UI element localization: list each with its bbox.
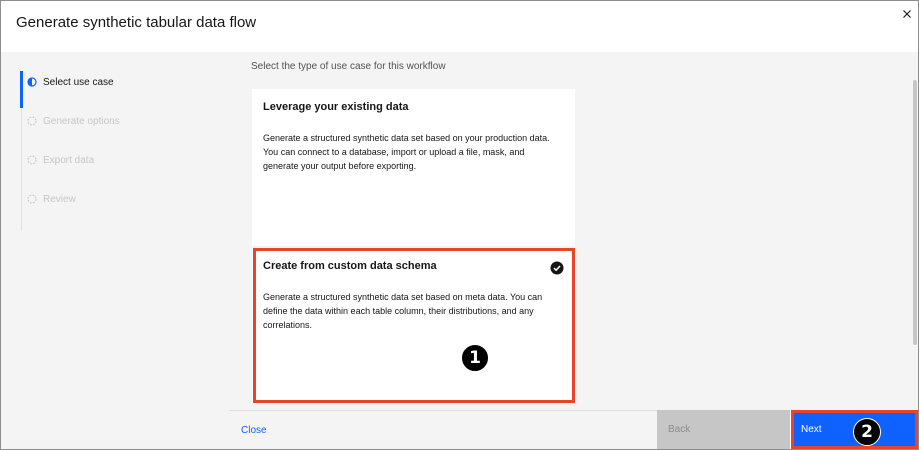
- step-label: Export data: [43, 154, 95, 166]
- modal-header: Generate synthetic tabular data flow: [1, 1, 918, 52]
- back-button[interactable]: Back: [657, 410, 790, 449]
- main-content: Select the type of use case for this wor…: [229, 52, 918, 410]
- close-icon[interactable]: [900, 7, 914, 21]
- page-subtitle: Select the type of use case for this wor…: [251, 61, 446, 72]
- callout-badge-2: 2: [853, 418, 881, 446]
- step-generate-options: Generate options: [27, 112, 120, 130]
- step-label: Generate options: [43, 115, 120, 127]
- scrollbar[interactable]: [912, 52, 918, 410]
- tile-custom-schema[interactable]: Create from custom data schema Generate …: [252, 248, 575, 403]
- tile-existing-data[interactable]: Leverage your existing data Generate a s…: [252, 89, 575, 246]
- step-label: Review: [43, 193, 76, 205]
- step-label: Select use case: [43, 76, 114, 88]
- scrollbar-thumb[interactable]: [913, 80, 917, 345]
- progress-active-bar: [20, 71, 23, 108]
- dashed-circle-step-icon: [27, 116, 37, 126]
- checkmark-filled-icon: [550, 261, 564, 275]
- modal-title: Generate synthetic tabular data flow: [16, 14, 257, 31]
- next-button-label: Next: [801, 424, 822, 435]
- tile-title: Create from custom data schema: [263, 260, 437, 272]
- step-review: Review: [27, 190, 76, 208]
- callout-badge-1: 1: [461, 344, 489, 372]
- dashed-circle-step-icon: [27, 155, 37, 165]
- tile-description: Generate a structured synthetic data set…: [263, 133, 550, 171]
- modal-dialog: Generate synthetic tabular data flow Sel…: [0, 0, 919, 450]
- close-button[interactable]: Close: [229, 410, 657, 449]
- modal-footer: Close Back Next: [229, 410, 918, 449]
- close-button-label: Close: [241, 425, 267, 436]
- half-circle-step-icon: [27, 77, 37, 87]
- tile-title: Leverage your existing data: [263, 101, 409, 113]
- progress-indicator: Select use case Generate options Export …: [1, 52, 229, 410]
- step-export-data: Export data: [27, 151, 94, 169]
- tile-description: Generate a structured synthetic data set…: [263, 292, 543, 330]
- step-select-use-case[interactable]: Select use case: [27, 73, 114, 91]
- dashed-circle-step-icon: [27, 194, 37, 204]
- back-button-label: Back: [668, 424, 691, 435]
